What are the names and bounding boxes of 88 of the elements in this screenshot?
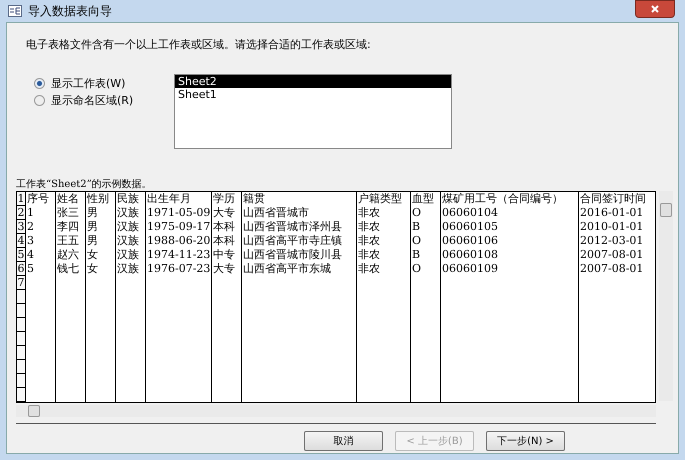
column-header: 序号 — [26, 192, 56, 206]
column-header: 性别 — [86, 192, 116, 206]
table-cell: 1971-05-09 — [146, 206, 212, 220]
table-cell: 汉族 — [116, 234, 146, 248]
row-number: 2 — [17, 206, 26, 220]
table-cell: 山西省高平市东城 — [242, 262, 357, 276]
table-cell: 赵六 — [56, 248, 86, 262]
table-cell: 5 — [26, 262, 56, 276]
row-number: 6 — [17, 262, 26, 276]
column-header: 民族 — [116, 192, 146, 206]
table-cell: 06060108 — [441, 248, 579, 262]
table-cell: 山西省晋城市 — [242, 206, 357, 220]
table-cell: 非农 — [357, 248, 411, 262]
row-number: 3 — [17, 220, 26, 234]
close-button[interactable] — [635, 0, 675, 18]
table-cell: 1988-06-20 — [146, 234, 212, 248]
table-cell: 2010-01-01 — [579, 220, 655, 234]
table-cell: 2007-08-01 — [579, 262, 655, 276]
table-cell: 1976-07-23 — [146, 262, 212, 276]
table-cell: 06060109 — [441, 262, 579, 276]
table-cell: 中专 — [212, 248, 242, 262]
table-cell: 钱七 — [56, 262, 86, 276]
table-cell: 非农 — [357, 234, 411, 248]
table-cell: 汉族 — [116, 262, 146, 276]
column-header: 学历 — [212, 192, 242, 206]
vertical-scrollbar[interactable] — [659, 191, 673, 401]
instruction-text: 电子表格文件含有一个以上工作表或区域。请选择合适的工作表或区域: — [26, 37, 372, 52]
table-cell: 汉族 — [116, 206, 146, 220]
row-number: 1 — [17, 192, 26, 206]
table-cell: 汉族 — [116, 220, 146, 234]
table-cell: 汉族 — [116, 248, 146, 262]
column-header: 血型 — [411, 192, 441, 206]
table-cell: 2007-08-01 — [579, 248, 655, 262]
column-header: 合同签订时间 — [579, 192, 655, 206]
wizard-button[interactable]: 取消 — [304, 431, 383, 451]
row-number: 5 — [17, 248, 26, 262]
table-cell: O — [411, 234, 441, 248]
column-header: 籍贯 — [242, 192, 357, 206]
radio-option[interactable]: 显示工作表(W) — [34, 76, 134, 90]
column-header: 姓名 — [56, 192, 86, 206]
table-cell: 山西省晋城市陵川县 — [242, 248, 357, 262]
table-cell: 李四 — [56, 220, 86, 234]
table-cell: 4 — [26, 248, 56, 262]
window-title: 导入数据表向导 — [28, 2, 112, 20]
table-cell: 山西省高平市寺庄镇 — [242, 234, 357, 248]
table-cell: 06060105 — [441, 220, 579, 234]
table-cell: 大专 — [212, 206, 242, 220]
table-cell: 张三 — [56, 206, 86, 220]
preview-label: 工作表“Sheet2”的示例数据。 — [16, 178, 153, 191]
sheet-item[interactable]: Sheet2 — [175, 75, 451, 88]
row-number: 7 — [17, 276, 26, 290]
close-icon — [651, 5, 659, 13]
table-cell: 1 — [26, 206, 56, 220]
column-header: 出生年月 — [146, 192, 212, 206]
column-header: 煤矿用工号（合同编号） — [441, 192, 579, 206]
table-cell: 山西省晋城市泽州县 — [242, 220, 357, 234]
row-number: 4 — [17, 234, 26, 248]
table-cell: 大专 — [212, 262, 242, 276]
table-cell: 06060106 — [441, 234, 579, 248]
table-cell: 1974-11-23 — [146, 248, 212, 262]
table-cell: 本科 — [212, 220, 242, 234]
table-cell: O — [411, 206, 441, 220]
table-cell: 王五 — [56, 234, 86, 248]
table-cell: 1975-09-17 — [146, 220, 212, 234]
table-cell: 2012-03-01 — [579, 234, 655, 248]
column-header: 户籍类型 — [357, 192, 411, 206]
table-cell: O — [411, 262, 441, 276]
sheet-list[interactable]: Sheet2 Sheet1 — [174, 74, 452, 149]
table-cell: B — [411, 220, 441, 234]
table-cell: 非农 — [357, 220, 411, 234]
window-icon — [8, 5, 22, 17]
horizontal-scrollbar[interactable] — [16, 405, 656, 417]
table-cell: 本科 — [212, 234, 242, 248]
table-cell: 男 — [86, 234, 116, 248]
table-cell: 女 — [86, 262, 116, 276]
table-cell: 男 — [86, 206, 116, 220]
table-cell: 女 — [86, 248, 116, 262]
table-cell: 非农 — [357, 262, 411, 276]
table-cell: 06060104 — [441, 206, 579, 220]
sheet-item[interactable]: Sheet1 — [175, 88, 451, 101]
radio-option[interactable]: 显示命名区域(R) — [34, 93, 134, 107]
table-cell: 2016-01-01 — [579, 206, 655, 220]
table-cell: B — [411, 248, 441, 262]
table-cell: 2 — [26, 220, 56, 234]
table-cell: 3 — [26, 234, 56, 248]
table-cell: 男 — [86, 220, 116, 234]
wizard-button[interactable]: 下一步(N) > — [486, 431, 565, 451]
table-cell: 非农 — [357, 206, 411, 220]
